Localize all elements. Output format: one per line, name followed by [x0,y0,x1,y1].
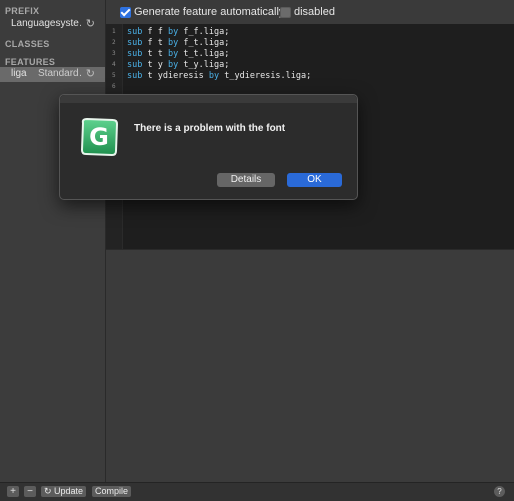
line-number: 5 [112,72,116,79]
code-line: 5 sub t ydieresis by t_ydieresis.liga; [106,71,514,82]
keyword: by [167,49,179,59]
feature-tag: liga [11,68,27,79]
code-text: f_t.liga; [178,38,230,48]
line-number: 6 [112,83,116,90]
code-line: 6 [106,82,514,93]
keyword: by [167,60,179,70]
generate-automatically-label[interactable]: Generate feature automatically [134,6,284,18]
dialog-titlebar [60,95,357,103]
code-text: t_y.liga; [178,60,230,70]
code-line: 4 sub t y by t_y.liga; [106,60,514,71]
code-text: t ydieresis [142,71,209,81]
keyword: sub [127,27,143,37]
alert-dialog: G There is a problem with the font Detai… [59,94,358,200]
disabled-checkbox[interactable] [280,7,291,18]
code-line: 2 sub f t by f_t.liga; [106,38,514,49]
line-number: 4 [112,61,116,68]
dialog-message: There is a problem with the font [134,123,286,134]
code-text: f_f.liga; [178,27,230,37]
refresh-icon[interactable]: ↻ [86,67,95,80]
keyword: by [167,27,179,37]
feature-description: Standard… [38,68,82,79]
classes-header: CLASSES [5,39,50,49]
code-text: t t [142,49,168,59]
details-button[interactable]: Details [217,173,275,187]
sidebar: PREFIX Languagesyste… ↻ CLASSES FEATURES… [0,0,106,482]
code-text: f f [142,27,168,37]
code-line: 1 sub f f by f_f.liga; [106,27,514,38]
code-line: 3 sub t t by t_t.liga; [106,49,514,60]
keyword: by [167,38,179,48]
sidebar-item-liga[interactable]: liga Standard… ↻ [0,67,105,82]
code-text: t_t.liga; [178,49,230,59]
remove-feature-button[interactable]: − [24,486,36,497]
line-number: 2 [112,39,116,46]
prefix-header: PREFIX [5,6,40,16]
icon-letter: G [89,123,109,151]
code-text: f t [142,38,168,48]
glyphs-app-icon: G [80,117,119,157]
disabled-label[interactable]: disabled [294,6,335,18]
keyword: sub [127,49,143,59]
code-text: t_ydieresis.liga; [219,71,312,81]
keyword: sub [127,71,143,81]
code-text: t y [142,60,168,70]
sidebar-item-languagesystems[interactable]: Languagesyste… ↻ [0,17,105,32]
refresh-icon[interactable]: ↻ [86,17,95,30]
update-button[interactable]: ↻ Update [41,486,87,497]
lower-pane [106,250,514,482]
keyword: sub [127,60,143,70]
ok-button[interactable]: OK [287,173,342,187]
add-feature-button[interactable]: + [7,486,19,497]
line-number: 1 [112,28,116,35]
compile-button[interactable]: Compile [92,486,132,497]
keyword: sub [127,38,143,48]
feature-options-bar: Generate feature automatically disabled [106,0,514,24]
keyword: by [208,71,220,81]
help-button[interactable]: ? [494,486,505,497]
generate-automatically-checkbox[interactable] [120,7,131,18]
sidebar-item-label: Languagesyste… [11,18,81,29]
bottom-toolbar: + − ↻ Update Compile ? [0,482,514,501]
features-header: FEATURES [5,57,56,67]
line-number: 3 [112,50,116,57]
